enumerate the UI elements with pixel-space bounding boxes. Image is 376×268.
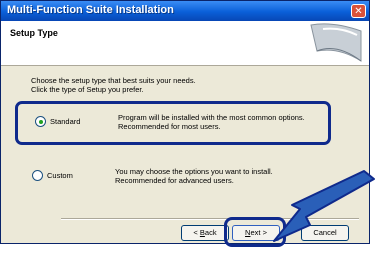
close-button[interactable]: ✕ (351, 4, 366, 18)
option-desc-line-1: Program will be installed with the most … (118, 113, 305, 122)
window-title: Multi-Function Suite Installation (7, 4, 174, 16)
back-label: ack (204, 228, 217, 237)
title-bar[interactable]: Multi-Function Suite Installation ✕ (1, 1, 369, 21)
option-label: Standard (50, 117, 81, 126)
option-description: Program will be installed with the most … (118, 113, 328, 131)
intro-line-1: Choose the setup type that best suits yo… (31, 76, 196, 85)
back-button[interactable]: < Back (181, 225, 229, 241)
option-label: Custom (47, 171, 73, 180)
intro-text: Choose the setup type that best suits yo… (31, 76, 196, 94)
option-desc-line-2: Recommended for most users. (118, 122, 221, 131)
header-graphic-icon (310, 23, 362, 62)
page-title: Setup Type (10, 28, 58, 38)
radio-custom[interactable] (32, 170, 43, 181)
radio-standard[interactable] (35, 116, 46, 127)
close-icon: ✕ (354, 6, 363, 17)
header-panel: Setup Type (1, 21, 369, 66)
option-standard[interactable]: Standard Program will be installed with … (15, 101, 331, 145)
intro-line-2: Click the type of Setup you prefer. (31, 85, 144, 94)
radio-selected-dot (38, 119, 43, 124)
arrow-pointer-icon (273, 170, 375, 242)
